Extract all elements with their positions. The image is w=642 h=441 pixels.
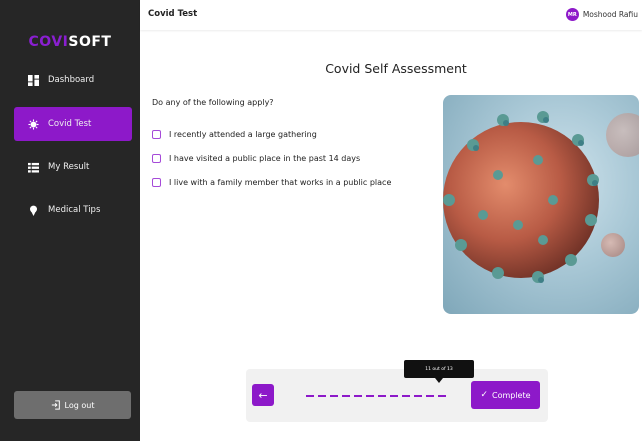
avatar: MR: [565, 8, 579, 21]
sidebar-item-label: My Result: [48, 162, 90, 172]
assessment-title: Covid Self Assessment: [325, 61, 467, 76]
progress-step: [330, 395, 338, 397]
arrow-left-icon: ←: [258, 388, 268, 402]
checkbox[interactable]: [152, 154, 161, 163]
tooltip-arrow: [435, 378, 443, 383]
sidebar-item-label: Medical Tips: [48, 205, 101, 215]
sidebar-item-dashboard[interactable]: Dashboard: [14, 63, 132, 97]
progress-step: [426, 395, 434, 397]
progress-step: [342, 395, 350, 397]
progress-step: [366, 395, 374, 397]
topbar: Covid Test MR Moshood Rafiu: [140, 0, 642, 30]
progress-step: [402, 395, 410, 397]
brand-logo: COVISOFT: [0, 34, 140, 50]
progress-indicator: [306, 395, 450, 397]
virus-icon: [28, 118, 39, 130]
check-icon: ✓: [480, 390, 488, 400]
sidebar-item-covid-test[interactable]: Covid Test: [14, 107, 132, 141]
sidebar-item-label: Dashboard: [48, 75, 95, 85]
option-checkbox-2[interactable]: I have visited a public place in the pas…: [152, 154, 360, 163]
user-name: Moshood Rafiu: [582, 10, 638, 19]
brand-logo-part1: COVI: [28, 34, 69, 50]
sidebar-item-medical-tips[interactable]: Medical Tips: [14, 193, 132, 227]
option-label: I recently attended a large gathering: [169, 130, 317, 139]
page-title: Covid Test: [148, 9, 198, 19]
option-checkbox-1[interactable]: I recently attended a large gathering: [152, 130, 317, 139]
progress-step: [390, 395, 398, 397]
checkbox[interactable]: [152, 178, 161, 187]
sidebar-item-label: Covid Test: [48, 119, 92, 129]
dashboard-icon: [28, 74, 39, 86]
progress-step: [318, 395, 326, 397]
logout-icon: [51, 400, 60, 410]
progress-step: [354, 395, 362, 397]
app-root: COVISOFT Dashboard Covid Test My Result: [0, 0, 642, 441]
logout-label: Log out: [64, 400, 95, 410]
option-label: I live with a family member that works i…: [169, 178, 392, 187]
progress-step: [306, 395, 314, 397]
complete-button[interactable]: ✓ Complete: [471, 381, 540, 409]
sidebar-item-my-result[interactable]: My Result: [14, 150, 132, 184]
progress-tooltip: 11 out of 13: [404, 360, 474, 378]
progress-step: [414, 395, 422, 397]
user-menu[interactable]: MR Moshood Rafiu: [565, 8, 638, 21]
logout-button[interactable]: Log out: [14, 391, 131, 419]
option-label: I have visited a public place in the pas…: [169, 154, 361, 163]
list-icon: [28, 162, 39, 173]
progress-step: [438, 395, 446, 397]
back-button[interactable]: ←: [252, 384, 274, 406]
question-text: Do any of the following apply?: [152, 98, 274, 107]
checkbox[interactable]: [152, 130, 161, 139]
progress-step: [378, 395, 386, 397]
sidebar: COVISOFT Dashboard Covid Test My Result: [0, 0, 140, 441]
brand-logo-part2: SOFT: [68, 34, 112, 50]
pin-icon: [28, 205, 39, 216]
virus-illustration: [443, 95, 639, 314]
option-checkbox-3[interactable]: I live with a family member that works i…: [152, 178, 391, 187]
complete-label: Complete: [491, 390, 531, 400]
